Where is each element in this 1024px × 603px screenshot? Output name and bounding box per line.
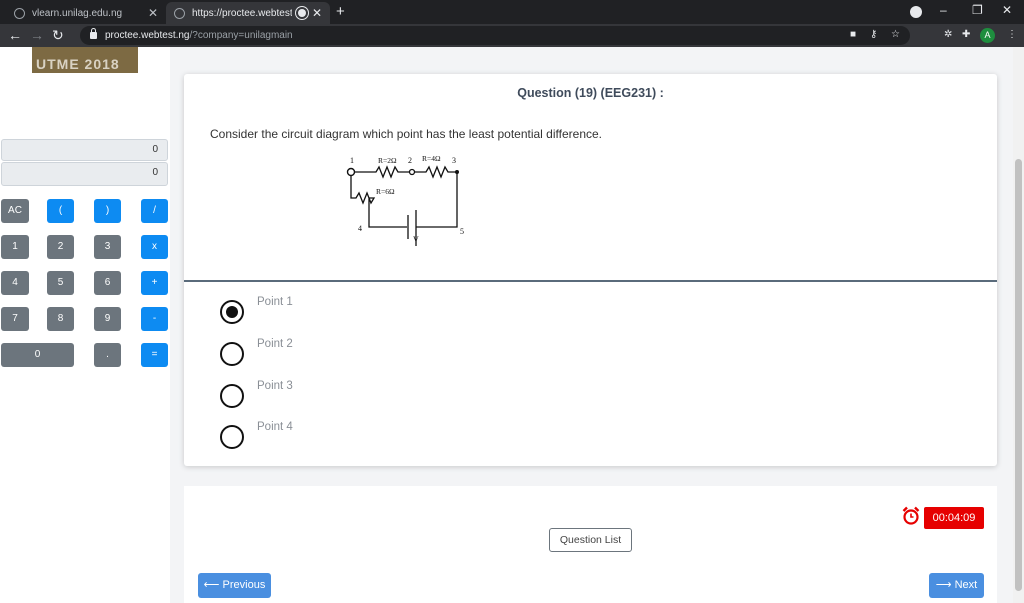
option-label: Point 3 xyxy=(257,380,293,392)
back-icon[interactable]: ← xyxy=(8,27,22,43)
node-3 xyxy=(455,170,459,174)
option-point-4[interactable]: Point 4 xyxy=(220,421,293,449)
point-label-2: 2 xyxy=(408,156,412,165)
option-point-1[interactable]: Point 1 xyxy=(220,296,293,324)
calc-button-1[interactable]: 1 xyxy=(1,235,29,259)
star-icon[interactable]: ☆ xyxy=(891,29,900,40)
media-control-icon[interactable] xyxy=(910,6,922,18)
alarm-clock-icon xyxy=(902,506,920,525)
calc-button-open-paren[interactable]: ( xyxy=(47,199,74,223)
option-point-3[interactable]: Point 3 xyxy=(220,380,293,408)
calc-button-7[interactable]: 7 xyxy=(1,307,29,331)
key-icon[interactable]: ⚷ xyxy=(870,29,877,40)
calc-button-9[interactable]: 9 xyxy=(94,307,121,331)
calc-button-5[interactable]: 5 xyxy=(47,271,74,295)
browser-tab-vlearn[interactable]: vlearn.unilag.edu.ng ✕ xyxy=(6,2,166,24)
circuit-diagram: 1 2 3 4 5 R=2Ω R=4Ω R=6Ω V xyxy=(346,154,464,246)
option-label: Point 4 xyxy=(257,421,293,433)
forward-icon[interactable]: → xyxy=(30,27,44,43)
next-label: Next xyxy=(954,579,978,591)
arrow-left-icon: ⟵ xyxy=(203,579,220,591)
calc-button-clear[interactable]: AC xyxy=(1,199,29,223)
window-close-icon[interactable]: ✕ xyxy=(1002,3,1012,17)
url-path: /?company=unilagmain xyxy=(189,30,293,41)
radio-button-selected[interactable] xyxy=(220,300,244,324)
calc-button-6[interactable]: 6 xyxy=(94,271,121,295)
browser-tabstrip: vlearn.unilag.edu.ng ✕ https://proctee.w… xyxy=(0,0,1024,24)
camera-icon[interactable]: ■ xyxy=(850,29,856,40)
calc-button-2[interactable]: 2 xyxy=(47,235,74,259)
resistor-label-2: R=4Ω xyxy=(422,154,441,163)
radio-button[interactable] xyxy=(220,425,244,449)
calc-button-decimal[interactable]: . xyxy=(94,343,121,367)
resistor-label-1: R=2Ω xyxy=(378,156,397,165)
browser-tab-proctee[interactable]: https://proctee.webtest.ng/? ✕ xyxy=(166,2,330,24)
next-button[interactable]: ⟶ Next xyxy=(929,573,984,598)
calc-button-0[interactable]: 0 xyxy=(1,343,74,367)
node-1 xyxy=(346,167,356,177)
restore-icon[interactable]: ❐ xyxy=(972,3,983,17)
point-label-5: 5 xyxy=(460,227,464,236)
address-bar[interactable]: proctee.webtest.ng/?company=unilagmain xyxy=(80,26,910,45)
extension-gear-icon[interactable]: ✲ xyxy=(944,29,952,40)
resistor-4-ohm xyxy=(412,165,457,179)
calc-button-divide[interactable]: / xyxy=(141,199,168,223)
avatar[interactable]: A xyxy=(980,28,995,43)
resistor-label-3: R=6Ω xyxy=(376,187,395,196)
page-scrollbar[interactable] xyxy=(1013,47,1024,603)
calc-button-plus[interactable]: + xyxy=(141,271,168,295)
point-label-3: 3 xyxy=(452,156,456,165)
point-label-1: 1 xyxy=(350,156,354,165)
tab-title: vlearn.unilag.edu.ng xyxy=(32,7,123,19)
close-icon[interactable]: ✕ xyxy=(148,6,158,20)
question-text: Consider the circuit diagram which point… xyxy=(210,127,602,141)
globe-icon xyxy=(174,7,185,19)
banner-image: UTME 2018 xyxy=(32,47,138,73)
url-host: proctee.webtest.ng xyxy=(105,30,190,41)
calculator-panel: UTME 2018 0 0 AC ( ) / 1 2 3 x 4 5 6 + 7… xyxy=(0,47,170,603)
calculator-display: 0 xyxy=(1,162,168,186)
point-label-4: 4 xyxy=(358,224,362,233)
close-icon[interactable]: ✕ xyxy=(312,6,322,20)
radio-button[interactable] xyxy=(220,384,244,408)
calc-button-4[interactable]: 4 xyxy=(1,271,29,295)
scrollbar-thumb[interactable] xyxy=(1015,159,1022,591)
wire-right xyxy=(416,172,458,228)
reload-icon[interactable]: ↻ xyxy=(52,27,64,44)
countdown-timer: 00:04:09 xyxy=(924,507,984,529)
option-point-2[interactable]: Point 2 xyxy=(220,338,293,366)
option-label: Point 1 xyxy=(257,296,293,308)
puzzle-icon[interactable]: ✚ xyxy=(962,29,970,40)
calc-button-minus[interactable]: - xyxy=(141,307,168,331)
banner-text: UTME 2018 xyxy=(36,56,120,72)
tab-title: https://proctee.webtest.ng/? xyxy=(192,7,292,19)
recording-icon xyxy=(297,9,306,17)
calc-button-equals[interactable]: = xyxy=(141,343,168,367)
resistor-2-ohm xyxy=(351,165,412,179)
previous-label: Previous xyxy=(222,579,266,591)
question-card: Question (19) (EEG231) : Consider the ci… xyxy=(184,74,997,466)
calc-button-close-paren[interactable]: ) xyxy=(94,199,121,223)
option-label: Point 2 xyxy=(257,338,293,350)
calc-button-3[interactable]: 3 xyxy=(94,235,121,259)
resistor-6-ohm xyxy=(350,172,407,228)
calc-button-multiply[interactable]: x xyxy=(141,235,168,259)
calculator-history-display: 0 xyxy=(1,139,168,161)
arrow-right-icon: ⟶ xyxy=(935,579,952,591)
lock-icon xyxy=(90,28,97,39)
previous-button[interactable]: ⟵ Previous xyxy=(198,573,271,598)
globe-icon xyxy=(14,7,25,19)
question-title: Question (19) (EEG231) : xyxy=(517,86,664,100)
radio-button[interactable] xyxy=(220,342,244,366)
question-list-button[interactable]: Question List xyxy=(549,528,632,552)
source-label: V xyxy=(413,235,419,244)
minimize-icon[interactable]: – xyxy=(940,3,947,17)
browser-toolbar: ← → ↻ proctee.webtest.ng/?company=unilag… xyxy=(0,24,1024,47)
calc-button-8[interactable]: 8 xyxy=(47,307,74,331)
new-tab-icon[interactable]: + xyxy=(336,3,345,20)
menu-icon[interactable]: ⋮ xyxy=(1007,29,1017,40)
node-2 xyxy=(408,168,416,176)
divider xyxy=(184,280,997,282)
